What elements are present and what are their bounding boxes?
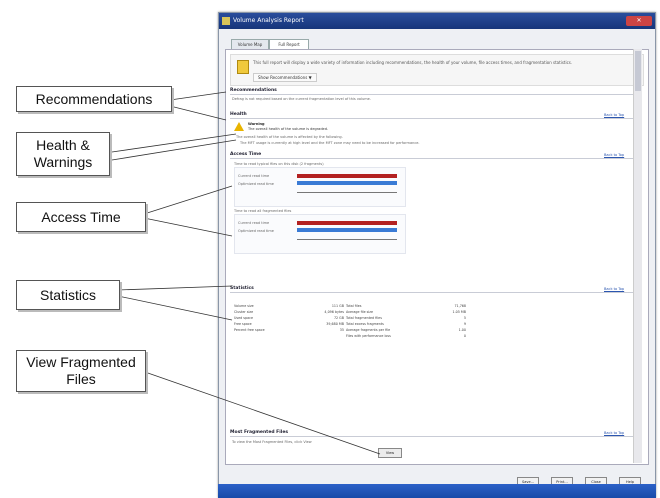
stat-label: Percent free space — [234, 328, 265, 332]
legend-current: Current read time — [238, 221, 270, 225]
chart1-bar-optimized — [297, 181, 397, 185]
stat-label: Used space — [234, 316, 253, 320]
section-stats-title: Statistics — [230, 286, 254, 291]
close-window-button[interactable]: ✕ — [626, 16, 652, 26]
stat-value: 5 — [463, 316, 466, 320]
chart1-caption: Time to read typical files on this disk … — [234, 162, 324, 166]
intro-text: This full report will display a wide var… — [253, 60, 573, 65]
back-to-top-link[interactable]: Back to Top — [604, 431, 624, 435]
stat-label: Average file size — [346, 310, 374, 314]
stat-label: Total fragmented files — [346, 316, 382, 320]
stat-value: 35 — [339, 328, 344, 332]
callout-view-fragmented-files: View Fragmented Files — [16, 350, 146, 392]
window-title: Volume Analysis Report — [233, 17, 304, 24]
back-to-top-link[interactable]: Back to Top — [604, 113, 624, 117]
divider — [230, 118, 642, 119]
callout-recommendations: Recommendations — [16, 86, 172, 112]
legend-optimal: Optimized read time — [238, 182, 274, 186]
stat-label: Volume size — [234, 304, 254, 308]
section-access-title: Access Time — [230, 152, 262, 157]
chart2-bar-optimized — [297, 228, 397, 232]
stat-value: 1.00 — [458, 328, 466, 332]
chart1-bar-current — [297, 174, 397, 178]
access-chart-1: Current read time Optimized read time — [234, 167, 406, 207]
chart2-bar-current — [297, 221, 397, 225]
scrollbar-thumb[interactable] — [635, 51, 641, 91]
section-health-title: Health — [230, 112, 247, 117]
stat-value: 111 GB — [331, 304, 344, 308]
chart2-caption: Time to read all fragmented files — [234, 209, 292, 213]
divider — [230, 292, 642, 293]
back-to-top-link[interactable]: Back to Top — [604, 287, 624, 291]
back-to-top-link[interactable]: Back to Top — [604, 153, 624, 157]
recommendations-text: Defrag is not required based on the curr… — [232, 97, 371, 101]
callout-access-time: Access Time — [16, 202, 146, 232]
stat-value: 71,768 — [454, 304, 466, 308]
divider — [230, 94, 642, 95]
section-recommendations-title: Recommendations — [230, 88, 277, 93]
stat-label: Total excess fragments — [346, 322, 384, 326]
view-fragmented-files-button[interactable]: View — [378, 448, 402, 458]
divider — [230, 158, 642, 159]
callout-health-warnings: Health & Warnings — [16, 132, 110, 176]
legend-current: Current read time — [238, 174, 270, 178]
stat-label: Cluster size — [234, 310, 254, 314]
taskbar — [218, 484, 656, 498]
stat-label: Files with performance loss — [346, 334, 391, 338]
report-window: Volume Analysis Report ✕ Volume Map Full… — [218, 12, 656, 498]
stat-label: Total files — [346, 304, 362, 308]
report-icon — [237, 60, 249, 74]
stat-value: 4,096 bytes — [324, 310, 344, 314]
title-bar: Volume Analysis Report ✕ — [219, 13, 655, 29]
warning-icon — [234, 122, 244, 131]
stat-label: Free space — [234, 322, 252, 326]
stat-label: Average fragments per file — [346, 328, 391, 332]
intro-box: This full report will display a wide var… — [230, 54, 644, 86]
health-item: The MFT usage is currently at high level… — [240, 141, 420, 145]
show-recommendations-button[interactable]: Show Recommendations ▼ — [253, 73, 317, 82]
report-panel: This full report will display a wide var… — [225, 49, 649, 465]
legend-optimal: Optimized read time — [238, 229, 274, 233]
vertical-scrollbar[interactable] — [633, 49, 642, 463]
stat-value: 9 — [463, 322, 466, 326]
warning-line: The overall health of the volume is degr… — [248, 127, 329, 131]
app-icon — [222, 17, 230, 25]
callout-statistics: Statistics — [16, 280, 120, 310]
section-frag-title: Most Fragmented Files — [230, 430, 289, 435]
stat-value: 0 — [463, 334, 466, 338]
chart1-axis — [297, 192, 397, 193]
frag-files-text: To view the Most Fragmented Files, click… — [232, 440, 312, 444]
health-detail: The overall health of the volume is affe… — [236, 135, 343, 139]
access-chart-2: Current read time Optimized read time — [234, 214, 406, 254]
stat-value: 1.05 MB — [452, 310, 467, 314]
stat-value: 39,680 MB — [326, 322, 344, 326]
divider — [230, 436, 642, 437]
chart2-axis — [297, 239, 397, 240]
warning-title: Warning — [248, 122, 265, 126]
stat-value: 72 GB — [333, 316, 344, 320]
